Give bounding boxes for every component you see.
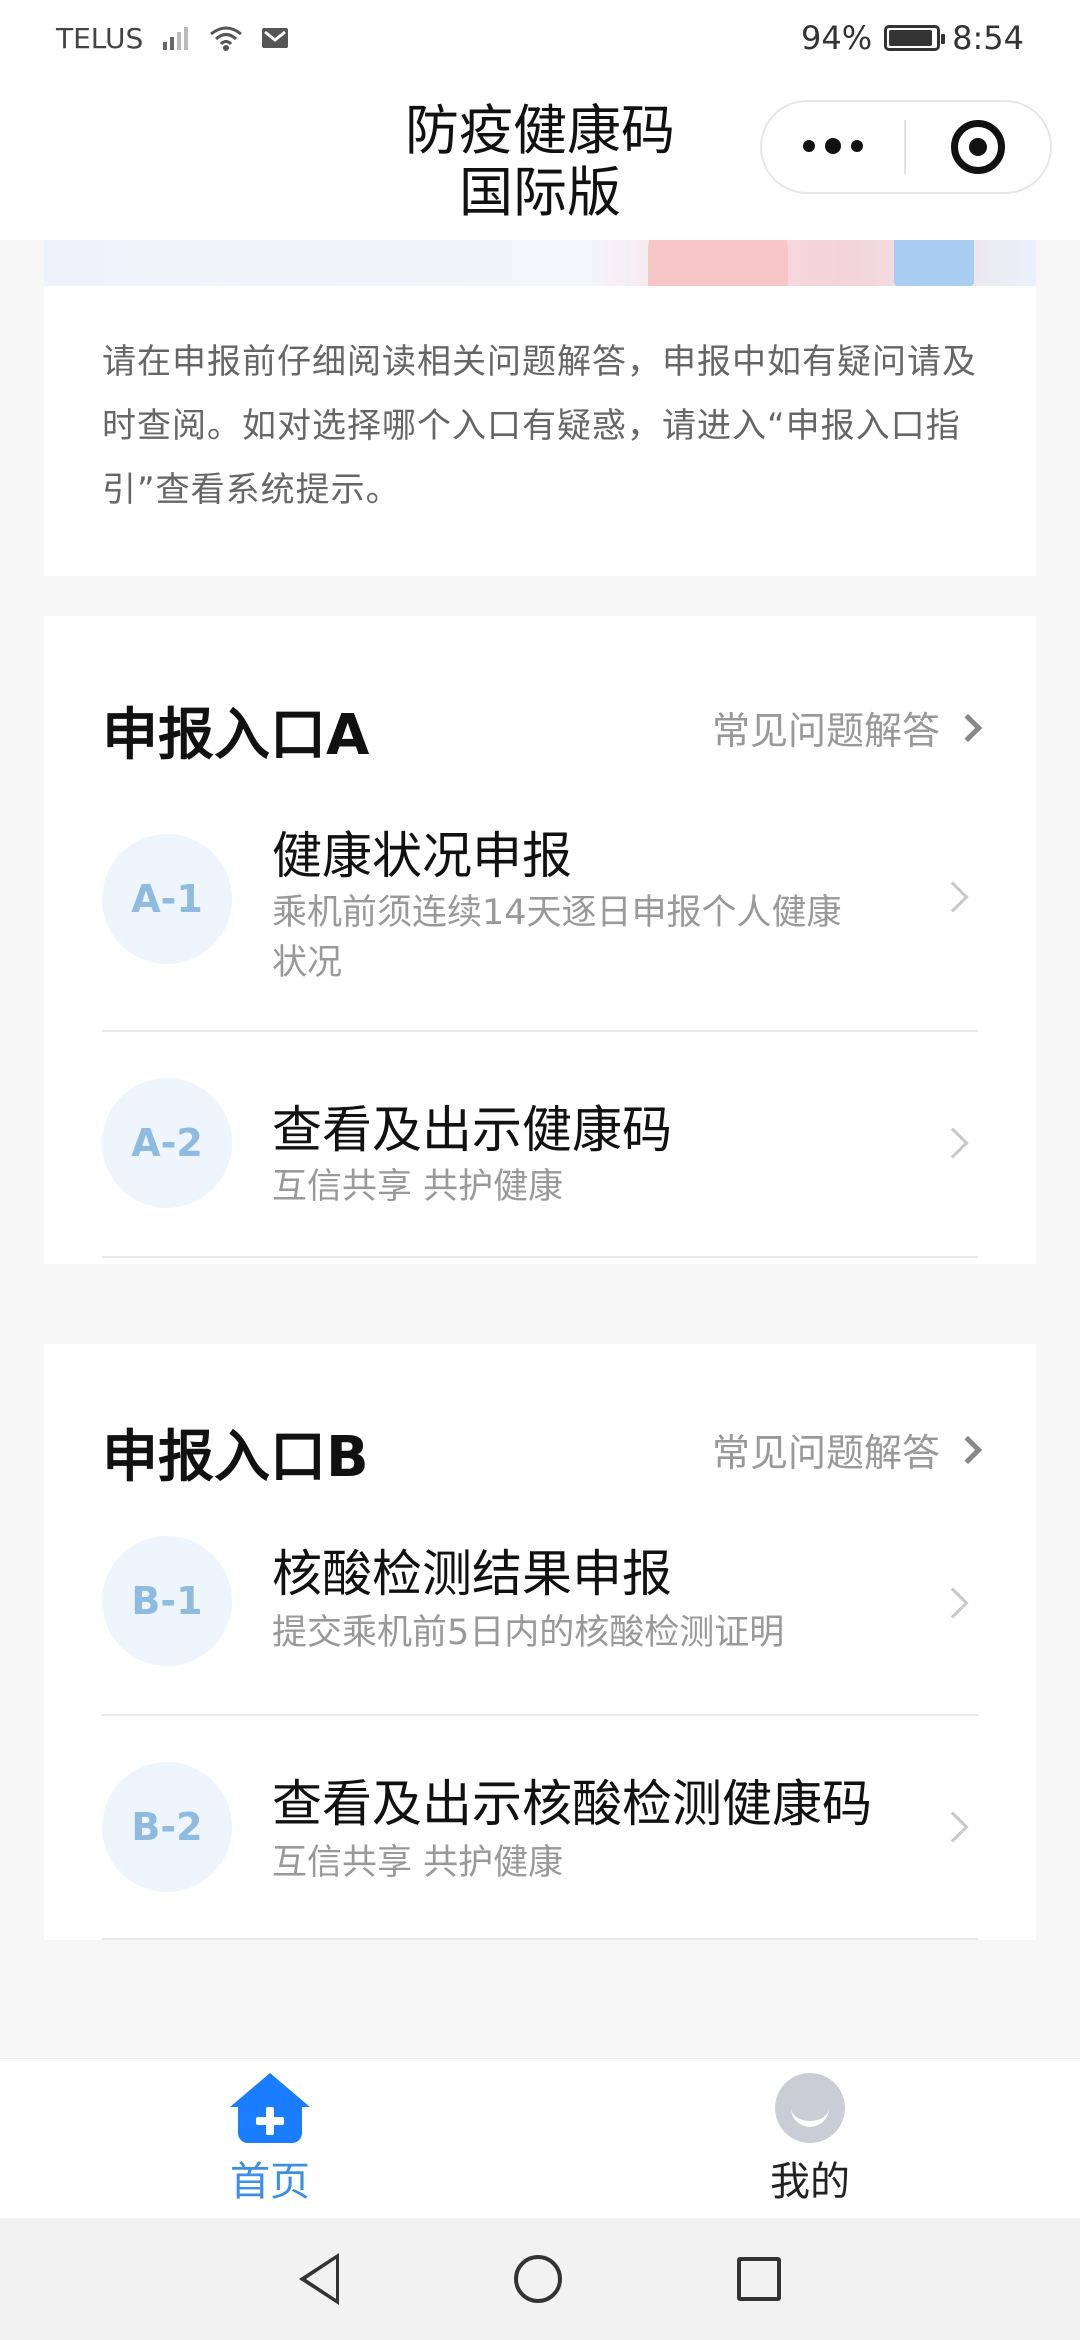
back-icon[interactable] [299, 2253, 339, 2305]
page-title-line: 防疫健康码 [405, 99, 675, 162]
capsule-menu [760, 100, 1052, 194]
entry-desc: 乘机前须连续14天逐日申报个人健康状况 [272, 893, 842, 983]
system-nav-bar [0, 2218, 1080, 2340]
section-b-header: 申报入口B 常见问题解答 [44, 1344, 1036, 1534]
avatar-icon [775, 2073, 845, 2143]
banner-illustration [648, 240, 788, 286]
banner-image [44, 240, 1036, 286]
clock: 8:54 [952, 19, 1024, 57]
section-a-faq-link[interactable]: 常见问题解答 [711, 700, 983, 755]
home-plus-icon [228, 2073, 312, 2143]
target-icon[interactable] [906, 120, 1050, 174]
chevron-right-icon [953, 1435, 983, 1464]
entry-a2[interactable]: A-2 查看及出示健康码 互信共享 共护健康 [102, 1032, 978, 1258]
tab-mine[interactable]: 我的 [710, 2073, 910, 2207]
chevron-right-icon [937, 1811, 969, 1843]
entry-badge: A-1 [102, 834, 232, 964]
chevron-right-icon [937, 1127, 969, 1159]
chevron-right-icon [937, 1587, 969, 1619]
section-b-faq-link[interactable]: 常见问题解答 [711, 1422, 983, 1477]
page: TELUS 94% 8:54 防疫健康码 国际版 请在申报前仔细阅读相关问题解答… [0, 0, 1080, 2340]
signal-icon [163, 27, 189, 50]
entry-desc: 提交乘机前5日内的核酸检测证明 [272, 1613, 785, 1653]
entry-title: 核酸检测结果申报 [272, 1545, 672, 1603]
intro-card: 请在申报前仔细阅读相关问题解答，申报中如有疑问请及时查阅。如对选择哪个入口有疑惑… [44, 286, 1036, 576]
entry-badge: B-2 [102, 1762, 232, 1892]
entry-b2[interactable]: B-2 查看及出示核酸检测健康码 互信共享 共护健康 [102, 1716, 978, 1940]
page-title: 防疫健康码 国际版 [390, 100, 690, 224]
tab-home[interactable]: 首页 [170, 2073, 370, 2207]
entry-desc: 互信共享 共护健康 [272, 1843, 564, 1883]
chevron-right-icon [953, 713, 983, 742]
entry-badge: A-2 [102, 1078, 232, 1208]
faq-label: 常见问题解答 [711, 1431, 940, 1475]
section-b-title: 申报入口B [102, 1425, 369, 1490]
entry-title: 健康状况申报 [272, 827, 572, 885]
entry-b1[interactable]: B-1 核酸检测结果申报 提交乘机前5日内的核酸检测证明 [102, 1534, 978, 1716]
carrier-label: TELUS [56, 21, 144, 55]
intro-text: 请在申报前仔细阅读相关问题解答，申报中如有疑问请及时查阅。如对选择哪个入口有疑惑… [102, 342, 977, 510]
entry-title: 查看及出示健康码 [272, 1101, 672, 1159]
status-right: 94% 8:54 [801, 19, 1024, 57]
entry-badge: B-1 [102, 1536, 232, 1666]
faq-label: 常见问题解答 [711, 709, 940, 753]
battery-icon [884, 25, 946, 51]
status-left: TELUS [56, 22, 289, 55]
mail-icon [262, 28, 289, 48]
section-a-title: 申报入口A [102, 703, 370, 768]
entry-desc: 互信共享 共护健康 [272, 1167, 564, 1207]
chevron-right-icon [937, 881, 969, 913]
banner-card-shape [894, 240, 974, 286]
tab-home-label: 首页 [230, 2159, 310, 2205]
wifi-icon [210, 26, 243, 51]
entry-a1[interactable]: A-1 健康状况申报 乘机前须连续14天逐日申报个人健康状况 [102, 806, 978, 1032]
section-a-header: 申报入口A 常见问题解答 [44, 616, 1036, 806]
battery-percent: 94% [801, 19, 873, 57]
page-title-line: 国际版 [459, 161, 621, 224]
tab-bar: 首页 我的 [0, 2058, 1080, 2218]
battery-fill [889, 30, 933, 46]
more-dots-icon[interactable] [762, 138, 904, 154]
tab-mine-label: 我的 [770, 2159, 850, 2205]
status-bar: TELUS 94% 8:54 [0, 0, 1080, 76]
nav-bar: 防疫健康码 国际版 [0, 76, 1080, 240]
section-b: 申报入口B 常见问题解答 B-1 核酸检测结果申报 提交乘机前5日内的核酸检测证… [44, 1344, 1036, 1940]
entry-title: 查看及出示核酸检测健康码 [272, 1775, 872, 1833]
section-a: 申报入口A 常见问题解答 A-1 健康状况申报 乘机前须连续14天逐日申报个人健… [44, 616, 1036, 1264]
home-circle-icon[interactable] [514, 2255, 562, 2303]
recents-square-icon[interactable] [737, 2257, 781, 2301]
